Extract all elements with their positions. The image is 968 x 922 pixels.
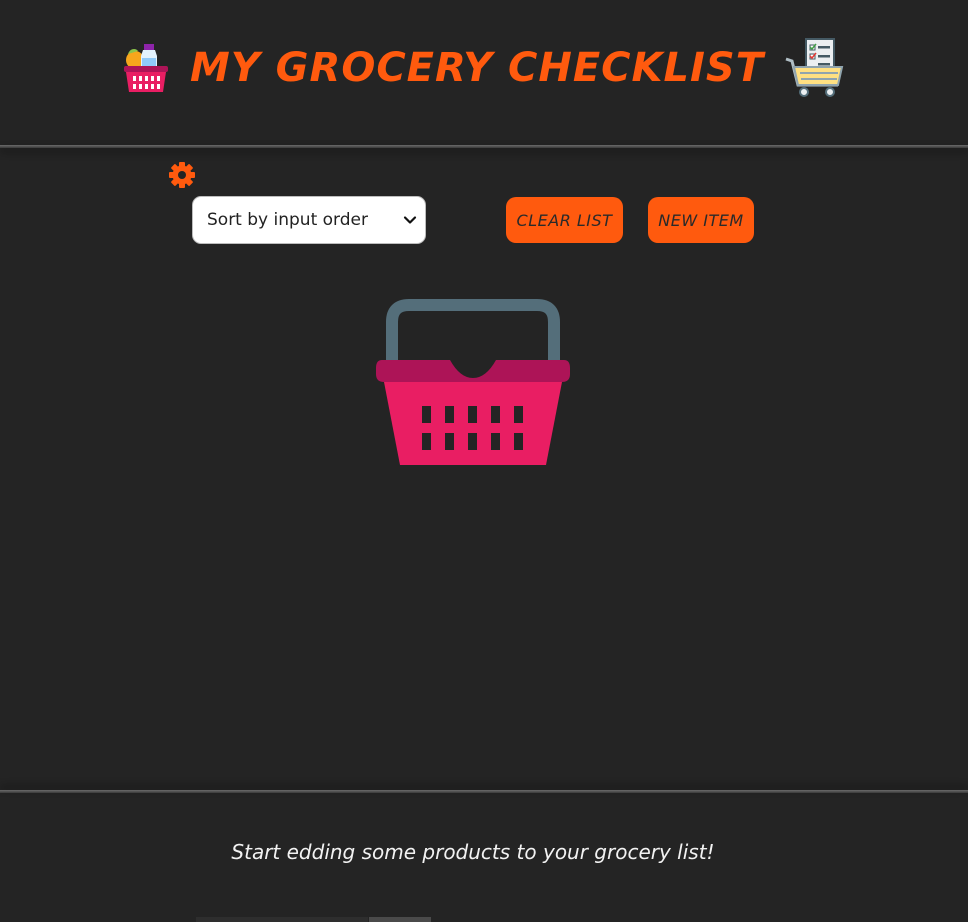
- app-title: MY GROCERY CHECKLIST: [189, 44, 764, 91]
- empty-list-message: Start edding some products to your groce…: [231, 840, 715, 864]
- footer-divider: [0, 790, 968, 793]
- header-title-group: MY GROCERY CHECKLIST: [122, 37, 846, 99]
- sort-order-select[interactable]: Sort by input order: [192, 196, 426, 244]
- clear-list-button[interactable]: CLEAR LIST: [506, 197, 623, 243]
- shopping-cart-checklist-icon: [785, 37, 844, 97]
- basket-icon: [376, 299, 570, 465]
- chevron-down-icon: [403, 216, 417, 224]
- footer-bar-segment-active: [369, 917, 431, 922]
- app-header: MY GROCERY CHECKLIST: [0, 0, 968, 145]
- sort-selected-value: Sort by input order: [207, 210, 368, 230]
- gear-icon[interactable]: [168, 161, 196, 189]
- app-root: MY GROCERY CHECKLIST Sort by input order…: [0, 0, 968, 922]
- new-item-button[interactable]: NEW ITEM: [648, 197, 754, 243]
- grocery-basket-icon: [123, 43, 168, 92]
- header-divider: [0, 145, 968, 148]
- footer-bar-segment: [196, 917, 368, 922]
